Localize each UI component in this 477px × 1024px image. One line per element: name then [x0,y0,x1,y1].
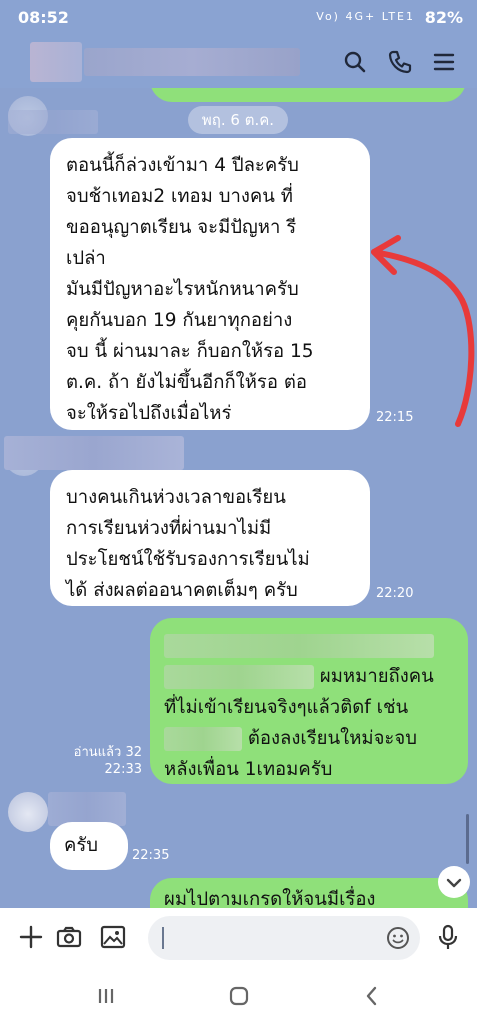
message-bubble-incoming[interactable]: บางคนเกินห่วงเวลาขอเรียน การเรียนห่วงที่… [50,470,370,606]
chat-header [0,36,477,88]
message-time: 22:15 [376,410,414,425]
menu-icon[interactable] [430,48,458,76]
scrollbar[interactable] [466,814,469,864]
back-icon[interactable] [358,982,386,1010]
chat-area[interactable]: พฤ. 6 ต.ค. ตอนนี้ก็ล่วงเข้ามา 4 ปีละครับ… [0,88,477,908]
message-text: ต้องลงเรียนใหม่จะจบ [247,728,417,749]
mic-icon[interactable] [433,922,463,952]
message-line: ต้องลงเรียนใหม่จะจบ [164,723,454,754]
message-time: 22:33 [104,762,142,777]
text-caret [162,927,164,949]
message-line: ผมหมายถึงคน [164,661,454,692]
emoji-icon[interactable] [384,924,412,952]
redacted-text [164,634,434,658]
message-bubble-incoming[interactable]: ตอนนี้ก็ล่วงเข้ามา 4 ปีละครับ จบช้าเทอม2… [50,138,370,430]
system-nav-bar [0,968,477,1024]
message-text: ตอนนี้ก็ล่วงเข้ามา 4 ปีละครับ จบช้าเทอม2… [66,155,314,424]
redacted-text [164,665,314,689]
phone-icon[interactable] [386,48,414,76]
previous-message-bubble[interactable] [150,88,466,102]
recents-icon[interactable] [92,982,120,1010]
sender-name-blurred [4,436,184,470]
message-text: ผมหมายถึงคน [319,666,434,687]
search-icon[interactable] [341,48,369,76]
sender-name-blurred [48,792,126,826]
status-bar: 08:52 Vo) 4G+ LTE1 82% [0,0,477,36]
message-text: ที่ไม่เข้าเรียนจริงๆแล้วติดf เช่น [164,697,409,718]
message-input-bar [0,908,477,968]
message-bubble-outgoing[interactable]: ผมหมายถึงคน ที่ไม่เข้าเรียนจริงๆแล้วติดf… [150,618,468,784]
chevron-down-icon [446,878,462,888]
message-text: บางคนเกินห่วงเวลาขอเรียน การเรียนห่วงที่… [66,487,310,601]
message-bubble-incoming[interactable]: ครับ [50,822,128,870]
status-time: 08:52 [18,8,69,27]
redacted-text [164,727,242,751]
message-text: ผมไปตามเกรดให้จนมีเรื่อง [164,889,376,908]
scroll-to-bottom-button[interactable] [438,866,470,898]
message-time: 22:35 [132,848,170,863]
avatar[interactable] [8,792,48,832]
contact-avatar-blurred[interactable] [30,42,82,82]
date-separator: พฤ. 6 ต.ค. [188,106,288,134]
status-battery: 82% [424,8,463,27]
camera-icon[interactable] [54,922,84,952]
contact-name-blurred[interactable] [84,48,300,76]
status-network: Vo) 4G+ LTE1 [316,10,415,23]
read-receipt: อ่านแล้ว 32 22:33 [64,744,142,778]
home-icon[interactable] [225,982,253,1010]
message-text: ครับ [64,835,99,856]
message-input[interactable] [148,916,420,960]
message-text: หลังเพื่อน 1เทอมครับ [164,759,333,780]
read-label: อ่านแล้ว 32 [73,745,142,760]
plus-icon[interactable] [16,922,46,952]
message-time: 22:20 [376,586,414,601]
message-bubble-outgoing[interactable]: ผมไปตามเกรดให้จนมีเรื่อง [150,878,468,908]
sender-name-blurred [8,110,98,134]
image-icon[interactable] [98,922,128,952]
message-line-redacted [164,630,454,661]
